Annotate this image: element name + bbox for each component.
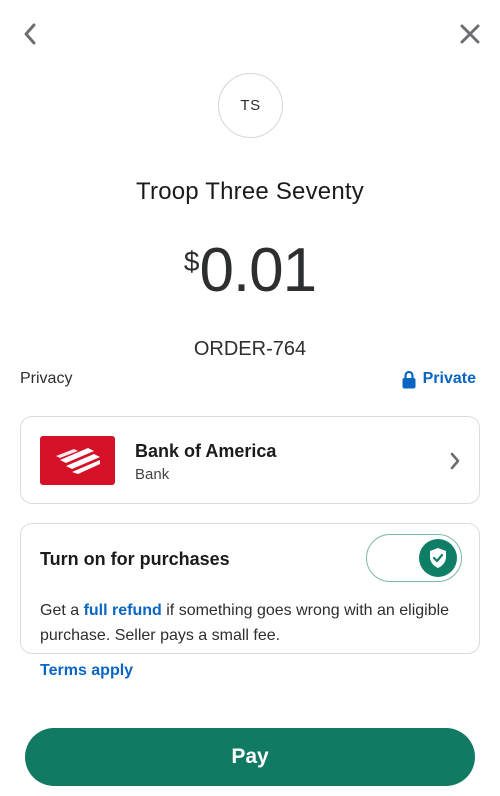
chevron-right-icon <box>450 452 460 470</box>
protection-desc-prefix: Get a <box>40 602 84 619</box>
toggle-knob <box>419 539 457 577</box>
lock-icon <box>402 370 416 388</box>
privacy-row: Privacy Private <box>20 367 476 391</box>
full-refund-link[interactable]: full refund <box>84 602 162 619</box>
bank-account-type: Bank <box>135 466 170 483</box>
pay-button[interactable]: Pay <box>25 728 475 786</box>
funding-source-card[interactable]: Bank of America Bank <box>20 416 480 504</box>
close-icon <box>460 24 480 44</box>
purchase-protection-card: Turn on for purchases Get a full refund … <box>20 523 480 654</box>
privacy-label: Privacy <box>20 370 73 387</box>
privacy-setting-button[interactable]: Private <box>402 370 476 389</box>
recipient-avatar: TS <box>218 73 283 138</box>
top-nav <box>0 0 500 70</box>
terms-apply-link[interactable]: Terms apply <box>40 662 133 680</box>
payment-screen: TS Troop Three Seventy $0.01 ORDER-764 P… <box>0 0 500 796</box>
back-button[interactable] <box>14 18 46 50</box>
protection-description: Get a full refund if something goes wron… <box>40 598 460 648</box>
close-button[interactable] <box>454 18 486 50</box>
privacy-value: Private <box>422 370 476 387</box>
protection-title: Turn on for purchases <box>40 549 230 569</box>
recipient-initials: TS <box>240 97 261 114</box>
bank-logo <box>40 436 115 485</box>
shield-check-icon <box>430 548 446 568</box>
purchase-protection-toggle[interactable] <box>366 534 462 582</box>
payment-amount: $0.01 <box>0 240 500 302</box>
bank-name: Bank of America <box>135 441 277 461</box>
currency-symbol: $ <box>183 246 200 277</box>
bank-flag-icon <box>55 447 100 474</box>
chevron-left-icon <box>24 23 36 45</box>
payment-note[interactable]: ORDER-764 <box>0 338 500 361</box>
amount-value: 0.01 <box>199 236 317 305</box>
recipient-name: Troop Three Seventy <box>136 178 364 205</box>
